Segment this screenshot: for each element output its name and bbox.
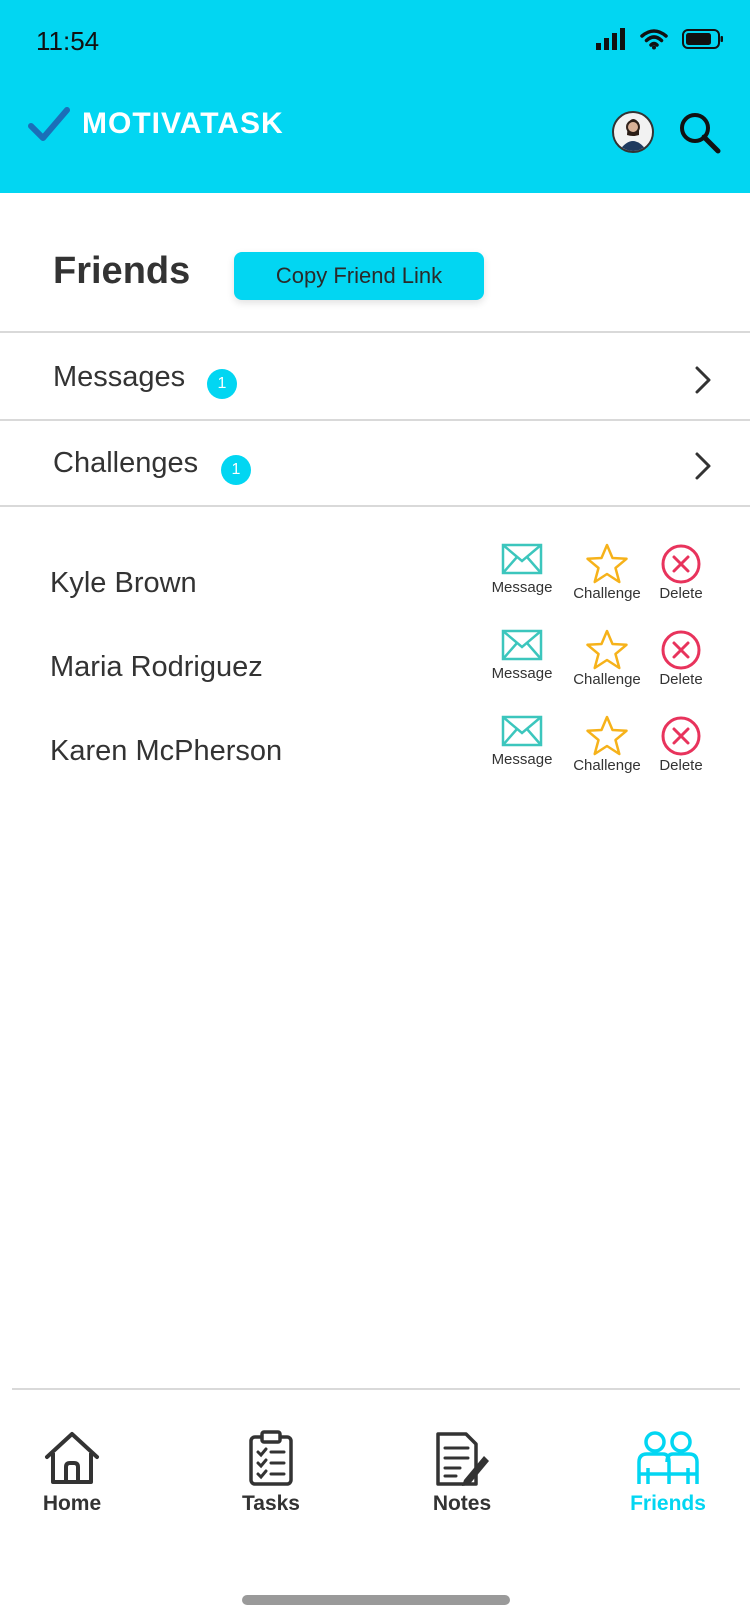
challenge-label: Challenge — [573, 757, 641, 774]
envelope-icon — [501, 543, 543, 575]
tab-notes-label: Notes — [432, 1492, 492, 1515]
tab-tasks[interactable]: Tasks — [211, 1430, 331, 1516]
delete-button[interactable]: Delete — [636, 629, 726, 688]
clipboard-icon — [249, 1430, 293, 1486]
challenges-row[interactable]: Challenges 1 — [0, 421, 750, 507]
challenge-label: Challenge — [573, 585, 641, 602]
page-title: Friends — [53, 250, 191, 292]
tab-notes[interactable]: Notes — [402, 1430, 522, 1516]
delete-label: Delete — [659, 671, 703, 688]
messages-badge: 1 — [207, 369, 237, 399]
friend-row: Kyle Brown Message Challenge Delete — [0, 543, 750, 625]
star-icon — [586, 715, 628, 756]
signal-icon — [596, 28, 625, 50]
message-label: Message — [491, 579, 553, 596]
envelope-icon — [501, 629, 543, 661]
search-icon[interactable] — [678, 111, 722, 155]
tab-home[interactable]: Home — [12, 1430, 132, 1516]
star-icon — [586, 543, 628, 584]
star-icon — [586, 629, 628, 670]
chevron-right-icon — [695, 366, 711, 394]
app-header: 11:54 MOTIVATASK — [0, 0, 750, 193]
copy-friend-link-button[interactable]: Copy Friend Link — [234, 252, 484, 300]
friend-name: Kyle Brown — [50, 567, 197, 599]
challenge-label: Challenge — [573, 671, 641, 688]
delete-button[interactable]: Delete — [636, 715, 726, 774]
wifi-icon — [640, 29, 668, 50]
friend-name: Karen McPherson — [50, 735, 283, 767]
avatar[interactable] — [612, 111, 654, 153]
message-button[interactable]: Message — [477, 629, 567, 682]
delete-button[interactable]: Delete — [636, 543, 726, 602]
home-indicator — [242, 1595, 510, 1605]
message-button[interactable]: Message — [477, 543, 567, 596]
tabbar-divider — [12, 1388, 740, 1390]
close-circle-icon — [661, 630, 701, 670]
messages-label: Messages — [53, 361, 186, 393]
chevron-right-icon — [695, 452, 711, 480]
tab-tasks-label: Tasks — [242, 1492, 300, 1515]
home-icon — [45, 1432, 99, 1484]
battery-icon — [682, 29, 723, 49]
friends-header: Friends Copy Friend Link — [0, 193, 750, 333]
status-time: 11:54 — [36, 26, 100, 56]
delete-label: Delete — [659, 585, 703, 602]
friend-row: Karen McPherson Message Challenge Delete — [0, 715, 750, 797]
tab-home-label: Home — [42, 1492, 102, 1515]
friends-icon — [637, 1431, 699, 1484]
messages-row[interactable]: Messages 1 — [0, 335, 750, 421]
user-avatar-icon — [619, 119, 647, 151]
tab-friends-label: Friends — [630, 1492, 706, 1515]
app-title: MOTIVATASK — [82, 107, 284, 140]
checkmark-logo-icon — [28, 107, 70, 141]
message-button[interactable]: Message — [477, 715, 567, 768]
close-circle-icon — [661, 716, 701, 756]
message-label: Message — [491, 751, 553, 768]
notes-icon — [436, 1432, 489, 1486]
close-circle-icon — [661, 544, 701, 584]
status-icons — [596, 28, 724, 50]
message-label: Message — [491, 665, 553, 682]
challenges-badge: 1 — [221, 455, 251, 485]
friend-row: Maria Rodriguez Message Challenge Delete — [0, 629, 750, 711]
challenges-label: Challenges — [53, 447, 199, 479]
tab-friends[interactable]: Friends — [608, 1430, 728, 1516]
delete-label: Delete — [659, 757, 703, 774]
envelope-icon — [501, 715, 543, 747]
brand[interactable]: MOTIVATASK — [28, 106, 284, 142]
friend-name: Maria Rodriguez — [50, 651, 263, 683]
